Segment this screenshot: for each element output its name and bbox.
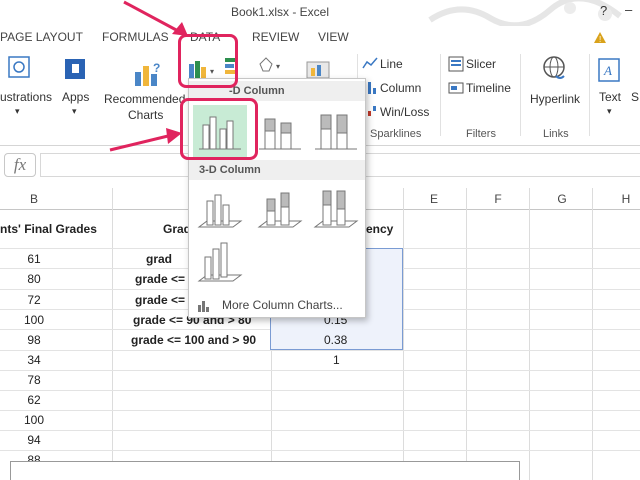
tab-review[interactable]: REVIEW bbox=[252, 30, 299, 44]
more-charts-icon bbox=[198, 301, 209, 312]
grade-cell[interactable]: 62 bbox=[0, 390, 74, 410]
3d-stacked-100-column-option[interactable] bbox=[309, 183, 363, 235]
more-column-charts-link[interactable]: More Column Charts... bbox=[222, 298, 343, 312]
grid-line bbox=[0, 410, 640, 411]
pivot-chart-icon[interactable] bbox=[305, 56, 333, 80]
grid-line bbox=[0, 390, 640, 391]
grade-cell[interactable]: 98 bbox=[0, 330, 74, 350]
text-label[interactable]: Text bbox=[599, 90, 621, 104]
sparkline-column-label[interactable]: Column bbox=[380, 81, 421, 95]
grade-cell[interactable]: 72 bbox=[0, 290, 74, 310]
grid-line bbox=[0, 370, 640, 371]
column-header-h[interactable]: H bbox=[616, 192, 636, 206]
grid-line bbox=[0, 450, 640, 451]
bin-cell[interactable]: grade <= bbox=[135, 290, 185, 310]
recommended-charts-label[interactable]: Recommended bbox=[104, 92, 185, 106]
insert-function-button[interactable]: fx bbox=[4, 153, 36, 177]
ribbon-separator bbox=[589, 54, 590, 136]
radar-chart-icon[interactable]: ▾ bbox=[258, 56, 286, 74]
recommended-charts-icon[interactable]: ? bbox=[133, 60, 163, 88]
chart-area[interactable] bbox=[10, 461, 520, 480]
window-title: Book1.xlsx - Excel bbox=[230, 5, 330, 19]
filters-group-label: Filters bbox=[466, 128, 496, 140]
grade-cell[interactable]: 100 bbox=[0, 410, 74, 430]
grid-line bbox=[0, 350, 640, 351]
svg-text:A: A bbox=[603, 63, 612, 78]
illustrations-icon[interactable] bbox=[8, 56, 30, 78]
bin-cell[interactable]: grad bbox=[146, 249, 172, 269]
column-header-b[interactable]: B bbox=[24, 192, 44, 206]
symbols-label[interactable]: S bbox=[631, 90, 639, 104]
arrow-annotation-icon bbox=[123, 0, 188, 36]
tab-page-layout[interactable]: PAGE LAYOUT bbox=[0, 30, 83, 44]
cell-header-grades[interactable]: nts' Final Grades bbox=[0, 219, 97, 239]
recommended-charts-label-2[interactable]: Charts bbox=[128, 108, 163, 122]
3d-stacked-column-icon bbox=[257, 192, 303, 228]
hyperlink-icon[interactable] bbox=[542, 56, 566, 86]
3d-clustered-column-option[interactable] bbox=[193, 183, 247, 235]
grid-line bbox=[529, 188, 530, 480]
3d-column-icon bbox=[197, 242, 243, 282]
3d-stacked-column-option[interactable] bbox=[253, 183, 307, 235]
ribbon-tabs: PAGE LAYOUT FORMULAS DATA REVIEW VIEW ! bbox=[0, 26, 640, 48]
stacked-100-column-option[interactable] bbox=[309, 105, 363, 157]
svg-text:!: ! bbox=[599, 35, 601, 44]
stacked-column-icon bbox=[259, 118, 301, 150]
grid-line bbox=[592, 188, 593, 480]
3d-stacked-100-column-icon bbox=[313, 190, 359, 228]
sparkline-line-icon[interactable] bbox=[362, 56, 378, 70]
section-3d-column-header: 3-D Column bbox=[189, 160, 365, 180]
cell-header-bins[interactable]: Grad bbox=[163, 219, 191, 239]
grade-cell[interactable]: 61 bbox=[0, 249, 74, 269]
slicer-label[interactable]: Slicer bbox=[466, 57, 496, 71]
bin-cell[interactable]: grade <= 100 and > 90 bbox=[131, 330, 256, 350]
sparkline-winloss-label[interactable]: Win/Loss bbox=[380, 105, 429, 119]
frequency-cell[interactable]: 1 bbox=[333, 350, 340, 370]
grade-cell[interactable]: 78 bbox=[0, 370, 74, 390]
grade-cell[interactable]: 34 bbox=[0, 350, 74, 370]
warning-icon[interactable]: ! bbox=[593, 31, 607, 44]
bin-cell[interactable]: grade <= bbox=[135, 269, 185, 289]
column-header-f[interactable]: F bbox=[488, 192, 508, 206]
chevron-down-icon[interactable]: ▾ bbox=[607, 106, 612, 117]
cell-header-frequency[interactable]: ency bbox=[366, 219, 393, 239]
highlight-column-button bbox=[178, 34, 238, 88]
slicer-icon[interactable] bbox=[448, 56, 464, 72]
grid-line bbox=[112, 188, 113, 480]
svg-text:?: ? bbox=[153, 61, 160, 75]
tab-view[interactable]: VIEW bbox=[318, 30, 349, 44]
help-button[interactable]: ? bbox=[600, 3, 607, 18]
sparkline-line-label[interactable]: Line bbox=[380, 57, 403, 71]
timeline-label[interactable]: Timeline bbox=[466, 81, 511, 95]
highlight-clustered-column bbox=[180, 98, 258, 160]
illustrations-label[interactable]: ustrations bbox=[0, 90, 52, 104]
stacked-100-column-icon bbox=[315, 114, 357, 150]
grid-line bbox=[403, 188, 404, 480]
column-header-g[interactable]: G bbox=[552, 192, 572, 206]
timeline-icon[interactable] bbox=[448, 80, 464, 96]
links-group-label: Links bbox=[543, 128, 569, 140]
ribbon-separator bbox=[520, 54, 521, 136]
stacked-column-option[interactable] bbox=[253, 105, 307, 157]
hyperlink-label[interactable]: Hyperlink bbox=[530, 92, 580, 106]
arrow-annotation-icon bbox=[109, 128, 182, 152]
grid-line bbox=[466, 188, 467, 480]
chevron-down-icon[interactable]: ▾ bbox=[72, 106, 77, 117]
text-box-icon[interactable]: A bbox=[598, 58, 620, 82]
apps-label[interactable]: Apps bbox=[62, 90, 89, 104]
ribbon-separator bbox=[440, 54, 441, 136]
chevron-down-icon[interactable]: ▾ bbox=[15, 106, 20, 117]
3d-column-option[interactable] bbox=[193, 237, 247, 289]
grade-cell[interactable]: 80 bbox=[0, 269, 74, 289]
sparklines-group-label: Sparklines bbox=[370, 128, 422, 140]
column-header-e[interactable]: E bbox=[424, 192, 444, 206]
grid-line bbox=[0, 430, 640, 431]
grade-cell[interactable]: 94 bbox=[0, 430, 74, 450]
3d-clustered-column-icon bbox=[197, 194, 243, 228]
store-icon[interactable] bbox=[64, 58, 86, 80]
grade-cell[interactable]: 100 bbox=[0, 310, 74, 330]
frequency-cell[interactable]: 0.38 bbox=[324, 330, 347, 350]
minimize-button[interactable]: – bbox=[625, 2, 632, 17]
svg-text:▾: ▾ bbox=[276, 62, 280, 71]
